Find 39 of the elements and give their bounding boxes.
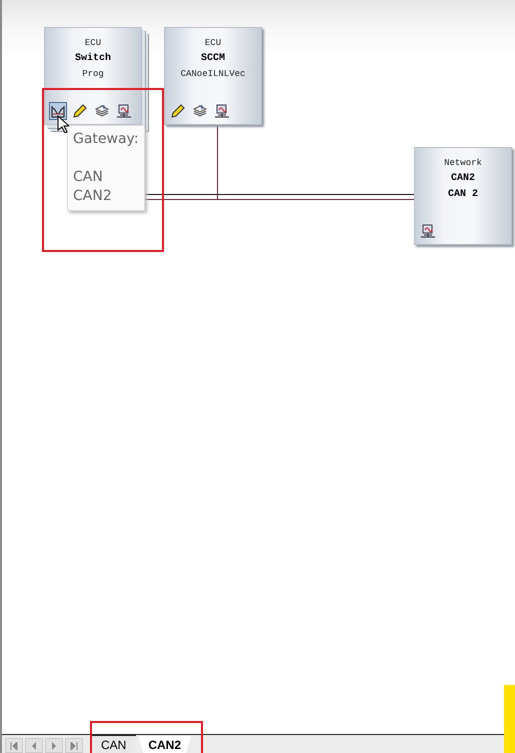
network-computer-icon [117, 104, 131, 118]
first-arrow-icon [10, 742, 18, 750]
gateway-icon [51, 104, 65, 118]
ecu-node[interactable]: ECU SCCM CANoeILNLVec [164, 27, 262, 125]
node-name: SCCM [200, 53, 225, 65]
tab-nav-button[interactable] [45, 738, 63, 753]
node-tool-button[interactable] [115, 102, 133, 120]
node-subtitle: Prog [82, 69, 104, 80]
tab-nav-button[interactable] [5, 738, 23, 753]
node-name: CAN2 [450, 173, 475, 185]
node-tool-button[interactable] [169, 102, 187, 120]
tab-nav-button[interactable] [25, 738, 43, 753]
side-marker [504, 685, 515, 753]
node-tool-button[interactable] [71, 102, 89, 120]
sheet-tab[interactable]: CAN [91, 735, 136, 753]
prev-arrow-icon [30, 742, 38, 750]
node-tool-button[interactable] [49, 102, 67, 120]
node-subtitle: CANoeILNLVec [180, 69, 246, 80]
layers-icon [193, 104, 207, 118]
tooltip-line: CAN2 [73, 187, 113, 206]
node-tool-button[interactable] [213, 102, 231, 120]
last-arrow-icon [70, 742, 78, 750]
tooltip-title: Gateway: [73, 130, 139, 149]
node-subtitle: CAN 2 [448, 189, 478, 201]
network-computer-icon [421, 224, 435, 238]
node-type: ECU [204, 38, 222, 49]
pencil-icon [171, 104, 185, 118]
next-arrow-icon [50, 742, 58, 750]
layers-icon [95, 104, 109, 118]
network-node[interactable]: Network CAN2 CAN 2 [414, 147, 512, 245]
sheet-tab[interactable]: CAN2 [138, 736, 192, 753]
network-computer-icon [215, 104, 229, 118]
tab-nav-button[interactable] [65, 738, 83, 753]
pencil-icon [73, 104, 87, 118]
tooltip-line: CAN [73, 168, 104, 187]
node-name: Switch [74, 53, 111, 65]
node-type: ECU [84, 38, 102, 49]
node-type: Network [444, 158, 482, 169]
node-tool-button[interactable] [419, 222, 437, 240]
